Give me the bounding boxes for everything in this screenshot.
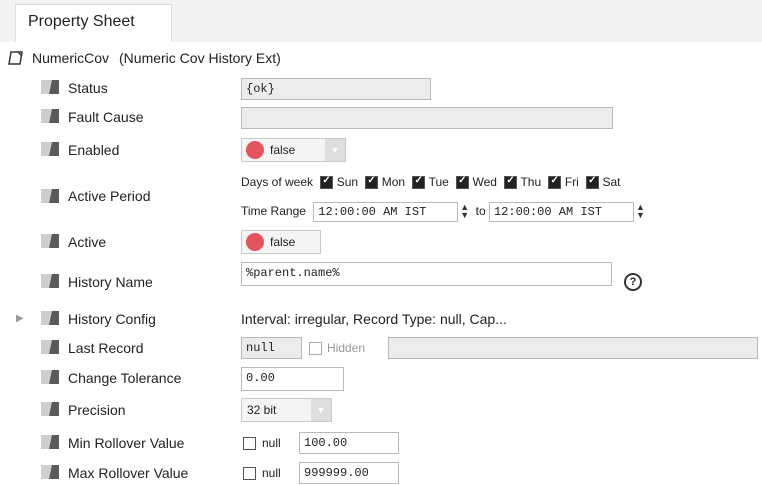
change-tolerance-label: Change Tolerance — [68, 370, 182, 386]
checkbox-sun[interactable] — [320, 175, 334, 190]
active-value: false — [270, 235, 296, 249]
chevron-down-icon: ▼ — [325, 139, 345, 161]
time-range: Time Range 12:00:00 AM IST ▲ ▼ to 12:00:00… — [241, 202, 646, 222]
day-thu: Thu — [520, 175, 542, 189]
max-null-label: null — [262, 466, 281, 480]
checkbox-fri[interactable] — [548, 175, 562, 190]
root-type: (Numeric Cov History Ext) — [119, 50, 281, 66]
enabled-dropdown[interactable]: false ▼ — [241, 138, 346, 162]
precision-label: Precision — [68, 402, 126, 418]
fault-cause-label: Fault Cause — [68, 109, 144, 125]
to-label: to — [475, 204, 486, 219]
active-period-label: Active Period — [68, 188, 151, 204]
status-dot-icon — [246, 141, 264, 159]
checkbox-tue[interactable] — [412, 175, 426, 190]
slot-icon — [41, 465, 59, 479]
history-name-input[interactable]: %parent.name% — [241, 262, 612, 286]
slot-icon — [41, 189, 59, 203]
change-tolerance-input[interactable]: 0.00 — [241, 367, 344, 391]
min-rollover-label: Min Rollover Value — [68, 435, 185, 451]
min-null-label: null — [262, 436, 281, 450]
day-fri: Fri — [564, 175, 579, 189]
active-label: Active — [68, 234, 107, 250]
time-range-label: Time Range — [241, 204, 306, 219]
history-ext-icon — [8, 51, 23, 65]
day-wed: Wed — [472, 175, 497, 189]
tab-bar: Property Sheet — [0, 0, 762, 42]
day-tue: Tue — [428, 175, 449, 189]
day-mon: Mon — [381, 175, 406, 189]
days-of-week: Days of week Sun Mon Tue Wed Thu Fri Sat — [241, 175, 621, 190]
hidden-checkbox[interactable] — [309, 342, 322, 355]
status-label: Status — [68, 80, 108, 96]
history-config-label: History Config — [68, 311, 156, 327]
slot-icon — [41, 234, 59, 248]
slot-icon — [41, 370, 59, 384]
row-history-name: History Name %parent.name% ? — [0, 260, 762, 300]
help-icon[interactable]: ? — [624, 273, 642, 291]
min-rollover-input[interactable]: 100.00 — [299, 432, 399, 454]
end-time-spinner-icon[interactable]: ▲ ▼ — [636, 203, 646, 221]
end-time-field[interactable]: 12:00:00 AM IST — [488, 202, 634, 222]
max-rollover-input[interactable]: 999999.00 — [299, 462, 399, 484]
expand-arrow-icon[interactable]: ▶ — [16, 313, 26, 324]
root-node[interactable]: NumericCov (Numeric Cov History Ext) — [8, 48, 281, 68]
fault-cause-field — [241, 107, 613, 129]
precision-value: 32 bit — [247, 403, 277, 417]
day-sat: Sat — [602, 175, 621, 189]
min-null-checkbox[interactable] — [243, 437, 256, 450]
row-status: Status {ok} — [0, 77, 762, 101]
row-max-rollover: Max Rollover Value null 999999.00 — [0, 460, 762, 484]
row-enabled: Enabled false ▼ — [0, 136, 762, 164]
slot-icon — [41, 311, 59, 325]
hidden-label: Hidden — [327, 341, 366, 355]
row-precision: Precision 32 bit ▼ — [0, 398, 762, 422]
start-time-spinner-icon[interactable]: ▲ ▼ — [460, 203, 470, 221]
checkbox-sat[interactable] — [586, 175, 600, 190]
checkbox-wed[interactable] — [456, 175, 470, 190]
checkbox-thu[interactable] — [504, 175, 518, 190]
root-name: NumericCov — [32, 50, 110, 66]
max-rollover-label: Max Rollover Value — [68, 465, 189, 481]
chevron-down-icon: ▼ — [311, 399, 331, 421]
slot-icon — [41, 142, 59, 156]
status-dot-icon — [246, 233, 264, 251]
days-label: Days of week — [241, 175, 314, 189]
slot-icon — [41, 274, 59, 288]
slot-icon — [41, 340, 59, 354]
tab-property-sheet[interactable]: Property Sheet — [15, 4, 172, 42]
row-last-record: Last Record null Hidden — [0, 336, 762, 360]
slot-icon — [41, 109, 59, 123]
enabled-label: Enabled — [68, 142, 120, 158]
precision-dropdown[interactable]: 32 bit ▼ — [241, 398, 332, 422]
row-fault-cause: Fault Cause — [0, 106, 762, 130]
history-config-summary: Interval: irregular, Record Type: null, … — [241, 311, 507, 327]
row-active-period: Active Period Days of week Sun Mon Tue W… — [0, 172, 762, 228]
history-name-label: History Name — [68, 274, 153, 290]
row-change-tolerance: Change Tolerance 0.00 — [0, 367, 762, 391]
start-time-field[interactable]: 12:00:00 AM IST — [313, 202, 459, 222]
slot-icon — [41, 435, 59, 449]
max-null-checkbox[interactable] — [243, 467, 256, 480]
active-value-box: false — [241, 230, 321, 254]
checkbox-mon[interactable] — [365, 175, 379, 190]
last-record-field: null — [241, 337, 302, 359]
status-field: {ok} — [241, 78, 431, 100]
row-min-rollover: Min Rollover Value null 100.00 — [0, 431, 762, 455]
slot-icon — [41, 80, 59, 94]
hidden-value-field — [388, 337, 758, 359]
enabled-value: false — [270, 143, 296, 157]
day-sun: Sun — [336, 175, 359, 189]
row-active: Active false — [0, 228, 762, 256]
slot-icon — [41, 402, 59, 416]
row-history-config: ▶ History Config Interval: irregular, Re… — [0, 308, 762, 332]
last-record-label: Last Record — [68, 340, 144, 356]
